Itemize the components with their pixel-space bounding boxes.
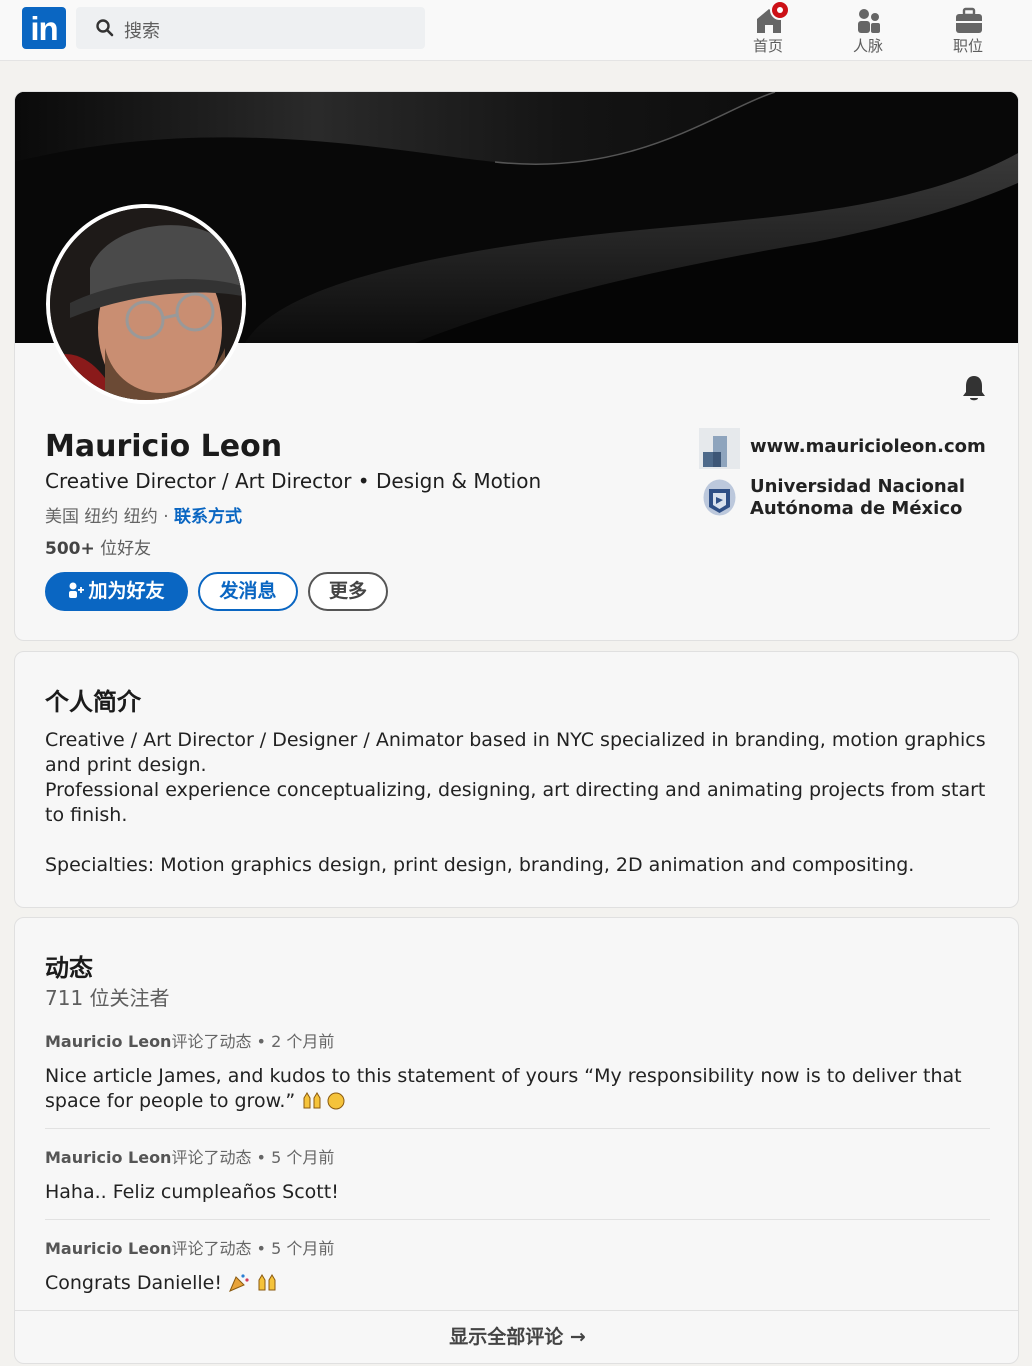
about-card: 个人简介 Creative / Art Director / Designer … [14,651,1019,908]
message-button[interactable]: 发消息 [198,572,298,611]
nav-item-home[interactable]: 首页 [728,0,808,61]
search-icon [96,19,114,37]
followers-count: 711 位关注者 [45,986,170,1010]
clapping-hands-emoji-icon [327,1092,345,1110]
post-text: Nice article James, and kudos to this st… [45,1065,962,1112]
education-link[interactable]: Universidad Nacional Autónoma de México [750,476,970,520]
post-body: Haha.. Feliz cumpleaños Scott! [45,1181,339,1203]
nav-item-jobs-label: 职位 [952,37,983,55]
connect-button[interactable]: 加为好友 [45,572,188,611]
nav-item-people-label: 人脉 [852,37,883,55]
briefcase-icon [956,7,982,33]
post-meta: Mauricio Leon评论了动态 • 2 个月前 [45,1028,990,1052]
nav-item-home-label: 首页 [752,37,783,55]
activity-card: 动态 711 位关注者 Mauricio Leon评论了动态 • 2 个月前 N… [14,917,1019,1364]
post-author[interactable]: Mauricio Leon [45,1148,171,1167]
profile-photo [50,208,242,400]
profile-name: Mauricio Leon [45,429,283,464]
university-logo-icon [699,477,740,518]
profile-card: Mauricio Leon Creative Director / Art Di… [14,91,1019,641]
profile-location: 美国 纽约 纽约 · 联系方式 [45,502,242,527]
bell-icon[interactable] [961,374,987,402]
post-body: Nice article James, and kudos to this st… [45,1064,990,1114]
party-popper-emoji-icon [229,1274,249,1292]
website-link[interactable]: www.mauricioleon.com [750,436,986,457]
post-action: 评论了动态 • 5 个月前 [171,1239,335,1258]
post-meta: Mauricio Leon评论了动态 • 5 个月前 [45,1144,990,1168]
connections-suffix: 位好友 [94,539,152,559]
post-text: Congrats Danielle! [45,1272,222,1294]
contact-info-link[interactable]: 联系方式 [174,507,242,527]
connect-button-label: 加为好友 [88,580,165,602]
activity-post[interactable]: Mauricio Leon评论了动态 • 2 个月前 Nice article … [45,1028,990,1114]
show-all-comments-button[interactable]: 显示全部评论 → [15,1310,1018,1363]
nav-item-people[interactable]: 人脉 [828,0,908,61]
post-action: 评论了动态 • 2 个月前 [171,1032,335,1051]
more-button[interactable]: 更多 [308,572,388,611]
post-divider [45,1219,990,1220]
post-author[interactable]: Mauricio Leon [45,1239,171,1258]
post-body: Congrats Danielle! [45,1271,990,1296]
about-text: Creative / Art Director / Designer / Ani… [45,729,986,876]
people-icon [858,9,880,33]
add-person-icon [69,582,85,598]
activity-post[interactable]: Mauricio Leon评论了动态 • 5 个月前 Congrats Dani… [45,1235,990,1296]
website-thumbnail-icon [699,428,740,469]
raising-hands-emoji-icon [303,1092,321,1109]
post-action: 评论了动态 • 5 个月前 [171,1148,335,1167]
post-meta: Mauricio Leon评论了动态 • 5 个月前 [45,1235,990,1259]
post-author[interactable]: Mauricio Leon [45,1032,171,1051]
search-input[interactable]: 搜索 [124,17,160,43]
raising-hands-emoji-icon [258,1274,276,1291]
connections-number: 500+ [45,539,95,559]
activity-post[interactable]: Mauricio Leon评论了动态 • 5 个月前 Haha.. Feliz … [45,1144,990,1205]
about-title: 个人简介 [45,688,141,716]
search-bar[interactable]: 搜索 [76,7,425,49]
profile-avatar[interactable] [46,204,246,404]
notification-badge [770,0,790,20]
linkedin-logo-icon[interactable]: in [22,7,66,49]
activity-title: 动态 [45,954,93,982]
nav-item-jobs[interactable]: 职位 [928,0,1008,61]
profile-headline: Creative Director / Art Director • Desig… [45,469,542,493]
connections-count: 500+ 位好友 [45,534,151,559]
location-text: 美国 纽约 纽约 · [45,507,175,527]
post-divider [45,1128,990,1129]
top-nav: in 搜索 首页 人脉 职位 [0,0,1032,61]
